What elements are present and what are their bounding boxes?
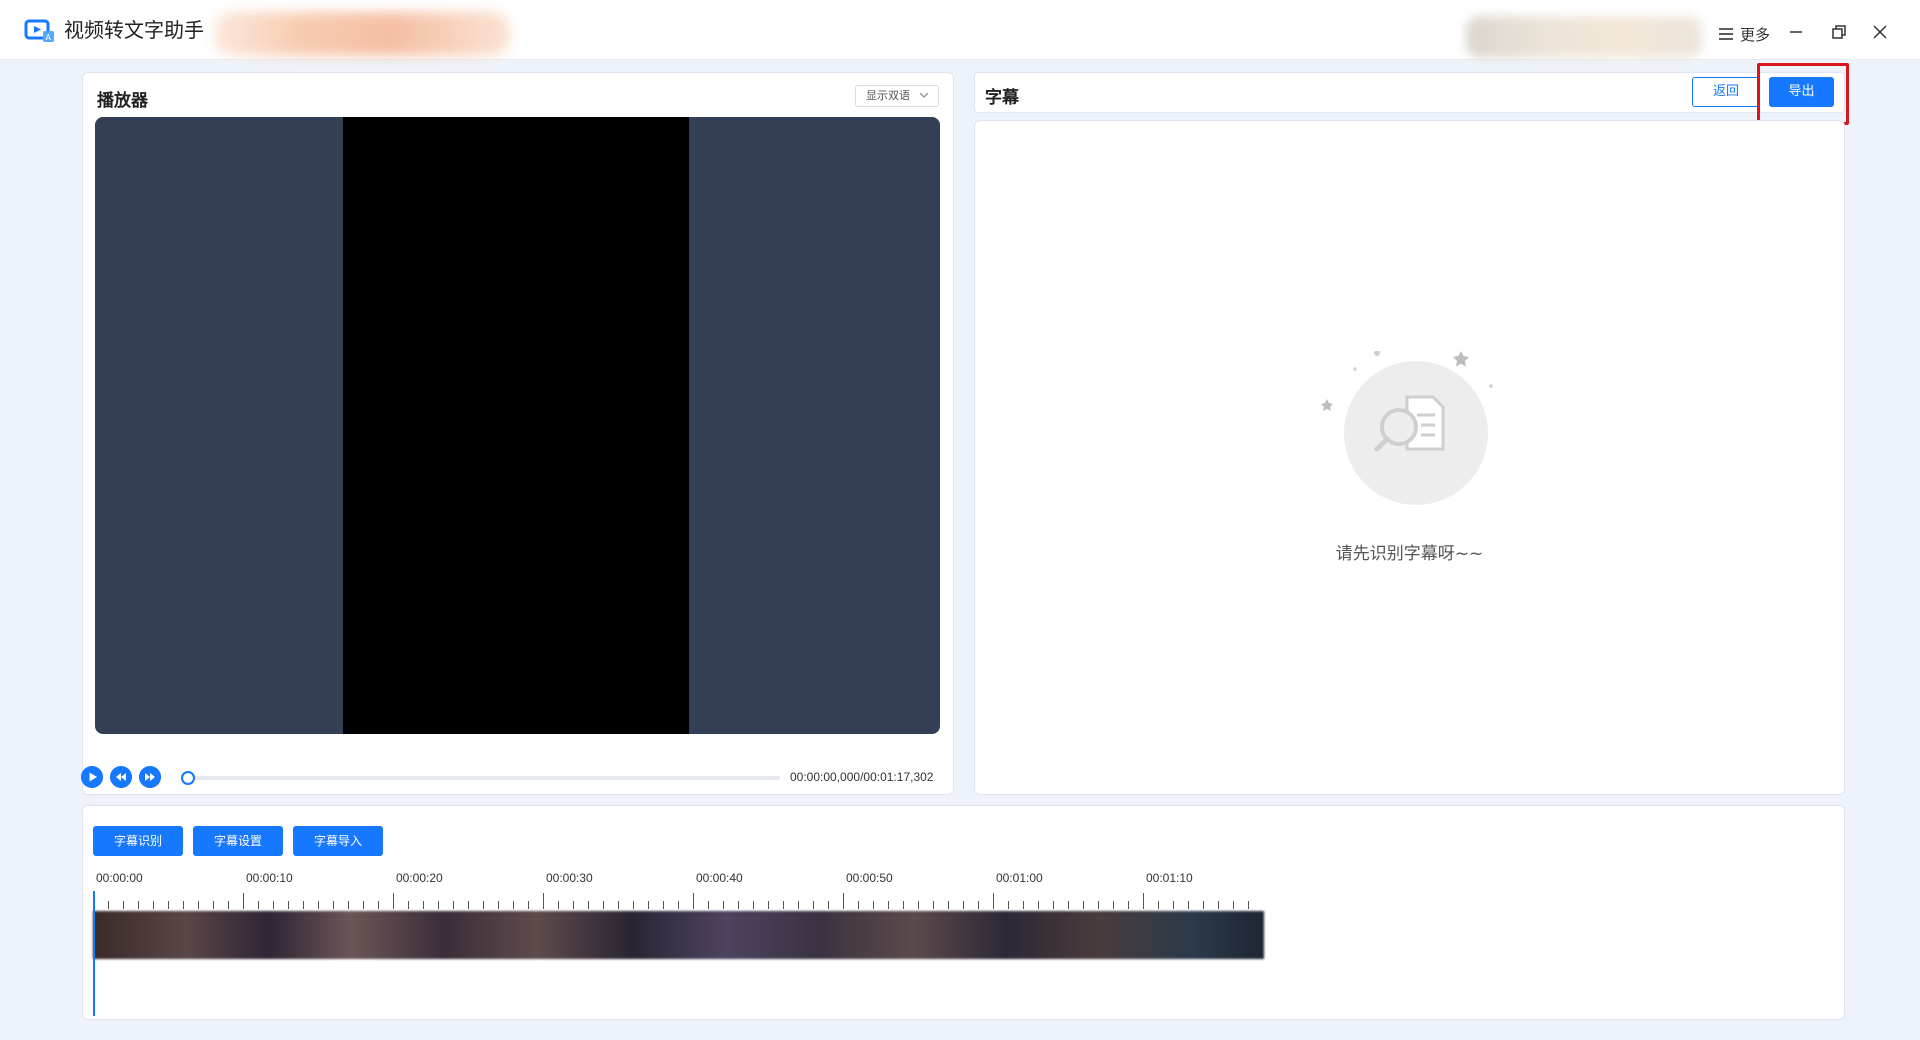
timeline-playhead[interactable] [93,891,95,1016]
restore-icon[interactable] [1826,20,1850,44]
app-logo-icon: A [24,19,54,42]
tick-label: 00:01:10 [1146,871,1193,885]
blurred-area [214,12,510,56]
import-subtitle-button[interactable]: 字幕导入 [293,826,383,856]
subtitle-settings-button[interactable]: 字幕设置 [193,826,283,856]
more-label: 更多 [1740,25,1771,44]
menu-icon [1719,28,1733,40]
app-title: 视频转文字助手 [64,18,204,42]
svg-text:A: A [46,33,52,42]
recognize-subtitle-button[interactable]: 字幕识别 [93,826,183,856]
timeline-ruler[interactable] [93,891,1263,911]
tick-label: 00:00:10 [246,871,293,885]
timeline-panel: 字幕识别 字幕设置 字幕导入 00:00:00 00:00:10 00:00:2… [82,805,1845,1020]
video-player[interactable] [95,117,940,734]
back-button[interactable]: 返回 [1692,77,1760,107]
time-readout: 00:00:00,000/00:01:17,302 [790,770,934,784]
tick-label: 00:01:00 [996,871,1043,885]
tick-label: 00:00:50 [846,871,893,885]
player-panel: 播放器 显示双语 00:00:00,000/00:01:17,302 [81,72,954,795]
empty-search-document-icon [1321,351,1493,505]
player-title: 播放器 [97,91,148,111]
subtitle-header: 字幕 返回 导出 [974,63,1849,125]
video-filmstrip[interactable] [93,911,1264,959]
language-select-value: 显示双语 [866,89,910,102]
language-select[interactable]: 显示双语 [855,85,939,107]
tick-label: 00:00:30 [546,871,593,885]
more-menu-button[interactable]: 更多 [1718,22,1770,46]
rewind-icon[interactable] [110,766,132,788]
progress-knob[interactable] [181,771,195,785]
empty-state-text: 请先识别字幕呀~~ [1335,544,1484,564]
video-frame [343,117,689,734]
close-icon[interactable] [1868,20,1892,44]
tick-label: 00:00:40 [696,871,743,885]
tick-label: 00:00:20 [396,871,443,885]
chevron-down-icon [919,92,929,98]
minimize-icon[interactable] [1784,20,1808,44]
blurred-account-area [1466,16,1702,58]
play-icon[interactable] [81,766,103,788]
subtitle-panel: 请先识别字幕呀~~ [974,120,1845,795]
export-button[interactable]: 导出 [1769,77,1834,107]
tick-label: 00:00:00 [96,871,143,885]
fast-forward-icon[interactable] [139,766,161,788]
title-bar: A 视频转文字助手 更多 [0,0,1920,60]
subtitle-title: 字幕 [985,88,1019,108]
progress-bar[interactable] [188,776,780,780]
